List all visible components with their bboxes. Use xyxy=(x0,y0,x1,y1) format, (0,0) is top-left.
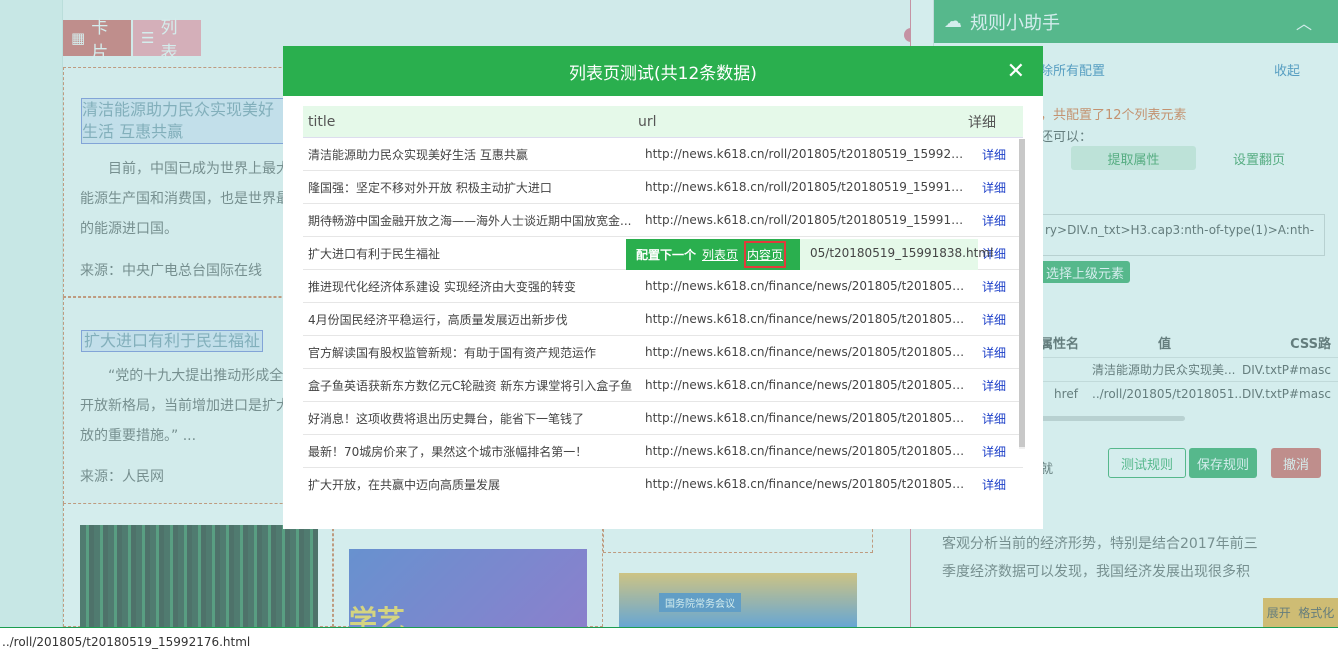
table-row[interactable]: 盒子鱼英语获新东方数亿元C轮融资 新东方课堂将引入盒子鱼 http://news.… xyxy=(303,369,1023,402)
modal-header: 列表页测试(共12条数据) ✕ xyxy=(283,46,1043,96)
column-header-title: title xyxy=(308,113,336,130)
scrollbar-thumb[interactable] xyxy=(1019,139,1025,447)
detail-link[interactable]: 详细 xyxy=(970,476,1010,492)
row-title: 扩大进口有利于民生福祉 xyxy=(308,246,441,261)
detail-link[interactable]: 详细 xyxy=(970,311,1010,328)
modal-title: 列表页测试(共12条数据) xyxy=(569,63,757,84)
table-row[interactable]: 隆国强：坚定不移对外开放 积极主动扩大进口 http://news.k618.cn… xyxy=(303,171,1023,204)
result-table: title url 详细 清洁能源助力民众实现美好生活 互惠共赢 http://n… xyxy=(303,106,1023,491)
detail-link[interactable]: 详细 xyxy=(970,179,1010,196)
column-header-detail: 详细 xyxy=(968,114,996,131)
detail-link[interactable]: 详细 xyxy=(970,146,1010,163)
table-body: 清洁能源助力民众实现美好生活 互惠共赢 http://news.k618.cn/r… xyxy=(303,138,1023,491)
row-url: http://news.k618.cn/finance/news/201805/… xyxy=(645,444,970,458)
row-title: 隆国强：坚定不移对外开放 积极主动扩大进口 xyxy=(308,180,552,195)
row-url: http://news.k618.cn/finance/news/201805/… xyxy=(645,411,970,425)
detail-link[interactable]: 详细 xyxy=(970,410,1010,427)
row-title: 官方解读国有股权监管新规：有助于国有资产规范运作 xyxy=(308,345,597,360)
row-title: 清洁能源助力民众实现美好生活 互惠共赢 xyxy=(308,147,528,162)
status-url: ../roll/201805/t20180519_15992176.html xyxy=(2,635,251,649)
row-url: http://news.k618.cn/roll/201805/t2018051… xyxy=(645,147,970,161)
row-url: http://news.k618.cn/finance/news/201805/… xyxy=(645,477,970,491)
row-title: 4月份国民经济平稳运行，高质量发展迈出新步伐 xyxy=(308,312,568,327)
row-title: 推进现代化经济体系建设 实现经济由大变强的转变 xyxy=(308,279,576,294)
table-row[interactable]: 期待畅游中国金融开放之海——海外人士谈近期中国放宽金... http://news… xyxy=(303,204,1023,237)
row-url: http://news.k618.cn/finance/news/201805/… xyxy=(645,279,970,293)
row-url: http://news.k618.cn/finance/news/201805/… xyxy=(645,312,970,326)
status-bar: ../roll/201805/t20180519_15992176.html xyxy=(0,627,1338,652)
table-row[interactable]: 扩大开放，在共赢中迈向高质量发展 http://news.k618.cn/fina… xyxy=(303,468,1023,491)
table-header: title url 详细 xyxy=(303,106,1023,138)
table-row[interactable]: 4月份国民经济平稳运行，高质量发展迈出新步伐 http://news.k618.c… xyxy=(303,303,1023,336)
row-title: 好消息！这项收费将退出历史舞台，能省下一笔钱了 xyxy=(308,411,585,426)
list-test-modal: 列表页测试(共12条数据) ✕ title url 详细 清洁能源助力民众实现美… xyxy=(283,46,1043,529)
row-url: http://news.k618.cn/roll/201805/t2018051… xyxy=(645,180,970,194)
detail-link[interactable]: 详细 xyxy=(970,212,1010,229)
detail-link[interactable]: 详细 xyxy=(970,443,1010,460)
row-title: 期待畅游中国金融开放之海——海外人士谈近期中国放宽金... xyxy=(308,213,632,228)
table-row[interactable]: 推进现代化经济体系建设 实现经济由大变强的转变 http://news.k618.… xyxy=(303,270,1023,303)
detail-link[interactable]: 详细 xyxy=(970,377,1010,394)
row-url: http://news.k618.cn/finance/news/201805/… xyxy=(645,378,970,392)
row-url: http://news.k618.cn/roll/201805/t2018051… xyxy=(645,213,970,227)
row-url: http://news.k618.cn/finance/news/201805/… xyxy=(645,345,970,359)
table-row[interactable]: 好消息！这项收费将退出历史舞台，能省下一笔钱了 http://news.k618.… xyxy=(303,402,1023,435)
table-row[interactable]: 最新！70城房价来了，果然这个城市涨幅排名第一！ http://news.k618… xyxy=(303,435,1023,468)
detail-link[interactable]: 详细 xyxy=(970,344,1010,361)
row-title: 扩大开放，在共赢中迈向高质量发展 xyxy=(308,477,501,492)
detail-link[interactable]: 详细 xyxy=(970,278,1010,295)
row-url: 05/t20180519_15991838.html xyxy=(810,246,994,260)
close-icon[interactable]: ✕ xyxy=(1007,59,1025,84)
table-row[interactable]: 官方解读国有股权监管新规：有助于国有资产规范运作 http://news.k618… xyxy=(303,336,1023,369)
table-row[interactable]: 清洁能源助力民众实现美好生活 互惠共赢 http://news.k618.cn/r… xyxy=(303,138,1023,171)
row-title: 最新！70城房价来了，果然这个城市涨幅排名第一！ xyxy=(308,444,588,459)
column-header-url: url xyxy=(638,113,657,130)
row-title: 盒子鱼英语获新东方数亿元C轮融资 新东方课堂将引入盒子鱼 xyxy=(308,378,633,393)
